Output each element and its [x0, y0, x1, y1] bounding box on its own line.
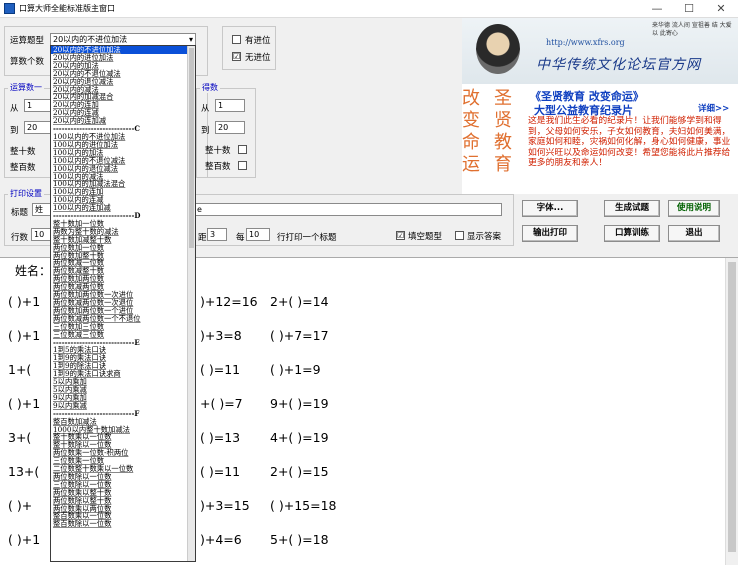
carry-checkbox[interactable]: [232, 35, 241, 44]
equation-b: )+3=8: [200, 328, 242, 343]
print-title-tail: e: [197, 205, 202, 214]
equation-a: ( )+1: [8, 294, 41, 309]
equation-c: ( )+1=9: [270, 362, 321, 377]
equation-a: 13+(: [8, 464, 40, 479]
every-label: 每: [236, 233, 245, 243]
operand-legend: 运算数一: [8, 82, 44, 93]
equation-c: 2+( )=15: [270, 464, 329, 479]
carry-label: 有进位: [245, 36, 271, 46]
nocarry-label: 无进位: [245, 53, 271, 63]
generate-button[interactable]: 生成试题: [604, 200, 660, 217]
confucius-portrait: [476, 24, 520, 74]
distance-label: 距: [198, 233, 207, 243]
result-tens-checkbox[interactable]: [238, 145, 247, 154]
banner-calligraphy: 中华传统文化论坛官方网: [536, 57, 701, 73]
promo-body: 这是我们此生必看的纪录片！让我们能够学到和得到，父母如何安乐，子女如何教育，夫妇…: [528, 116, 731, 169]
promo-big-left: 改变命运: [462, 88, 480, 175]
operand-tens-label: 整十数: [10, 147, 36, 157]
equation-a: ( )+1: [8, 532, 41, 547]
equation-b: ( )=13: [200, 430, 241, 445]
equation-b: )+3=15: [200, 498, 250, 513]
equation-a: ( )+1: [8, 396, 41, 411]
result-to-input[interactable]: 20: [215, 121, 245, 134]
equation-c: ( )+15=18: [270, 498, 337, 513]
equation-a: ( )+1: [8, 328, 41, 343]
equation-c: 4+( )=19: [270, 430, 329, 445]
type-select-value: 20以内的不进位加法: [53, 35, 128, 44]
banner-url[interactable]: http://www.xfrs.org: [546, 38, 625, 47]
equation-a: ( )+: [8, 498, 33, 513]
minimize-button[interactable]: —: [641, 0, 673, 18]
type-label: 运算题型: [10, 36, 45, 46]
equation-c: 2+( )=14: [270, 294, 329, 309]
result-hundreds-label: 整百数: [205, 162, 231, 172]
result-from-input[interactable]: 1: [215, 99, 245, 112]
nocarry-checkbox[interactable]: ☑: [232, 52, 241, 61]
forum-banner[interactable]: http://www.xfrs.org 中华传统文化论坛官方网 来华德 流人间 …: [462, 18, 738, 84]
fill-checkbox[interactable]: ☑: [396, 231, 405, 240]
fill-label: 填空题型: [408, 232, 443, 242]
dropdown-item[interactable]: 整百数除以一位数: [51, 520, 195, 528]
print-title-value: 姓: [35, 205, 43, 214]
answer-checkbox[interactable]: [455, 231, 464, 240]
print-legend: 打印设置: [8, 188, 44, 199]
dropdown-scroll-thumb[interactable]: [189, 48, 194, 248]
answer-label: 显示答案: [467, 232, 502, 242]
drill-button[interactable]: 口算训练: [604, 225, 660, 242]
result-legend: 得数: [200, 82, 220, 93]
every-tail-label: 行打印一个标题: [277, 233, 337, 243]
close-button[interactable]: ✕: [705, 0, 737, 18]
scrollbar-thumb[interactable]: [728, 262, 736, 552]
dropdown-scrollbar[interactable]: [187, 46, 195, 561]
help-button[interactable]: 使用说明: [668, 200, 720, 217]
window-title: 口算大师全能标准版主窗口: [19, 4, 115, 13]
print-title-label: 标题: [11, 208, 29, 218]
carry-group: [222, 26, 276, 70]
print-button[interactable]: 输出打印: [522, 225, 578, 242]
promo-panel: 改变命运 圣贤教育 《圣贤教育 改变命运》 大型公益教育纪录片 详细>> 这是我…: [462, 84, 738, 194]
result-tens-label: 整十数: [205, 146, 231, 156]
equation-b: )+4=6: [200, 532, 242, 547]
result-to-label: 到: [201, 126, 210, 136]
rows-label: 行数: [11, 233, 29, 243]
promo-big-right: 圣贤教育: [494, 88, 512, 175]
result-hundreds-checkbox[interactable]: [238, 161, 247, 170]
worksheet-scrollbar[interactable]: [725, 258, 738, 565]
operand-from-label: 从: [10, 104, 19, 114]
equation-c: 5+( )=18: [270, 532, 329, 547]
equation-b: ( )=11: [200, 464, 241, 479]
name-label: 姓名：: [15, 264, 52, 278]
app-icon: [4, 3, 15, 14]
rows-input[interactable]: 10: [31, 228, 51, 241]
equation-a: 1+(: [8, 362, 32, 377]
equation-a: 3+(: [8, 430, 32, 445]
distance-input[interactable]: 3: [207, 228, 227, 241]
count-label: 算数个数: [10, 57, 45, 67]
title-bar: 口算大师全能标准版主窗口 — ☐ ✕: [0, 0, 738, 18]
every-input[interactable]: 10: [246, 228, 270, 241]
maximize-button[interactable]: ☐: [673, 0, 705, 18]
type-dropdown-list[interactable]: 20以内的不进位加法 20以内的进位加法 20以内的加法 20以内的不退位减法 20以内…: [50, 45, 196, 562]
promo-detail-link[interactable]: 详细>>: [698, 102, 729, 114]
equation-c: 9+( )=19: [270, 396, 329, 411]
equation-c: ( )+7=17: [270, 328, 329, 343]
operand-hundreds-label: 整百数: [10, 163, 36, 173]
exit-button[interactable]: 退出: [668, 225, 720, 242]
equation-b: +( )=7: [200, 396, 243, 411]
equation-b: )+12=16: [200, 294, 258, 309]
banner-small-text: 来华德 流人间 宣祖善 结 大爱以 此寄心: [652, 22, 732, 37]
font-button[interactable]: 字体...: [522, 200, 578, 217]
equation-b: ( )=11: [200, 362, 241, 377]
result-from-label: 从: [201, 104, 210, 114]
operand-to-label: 到: [10, 126, 19, 136]
